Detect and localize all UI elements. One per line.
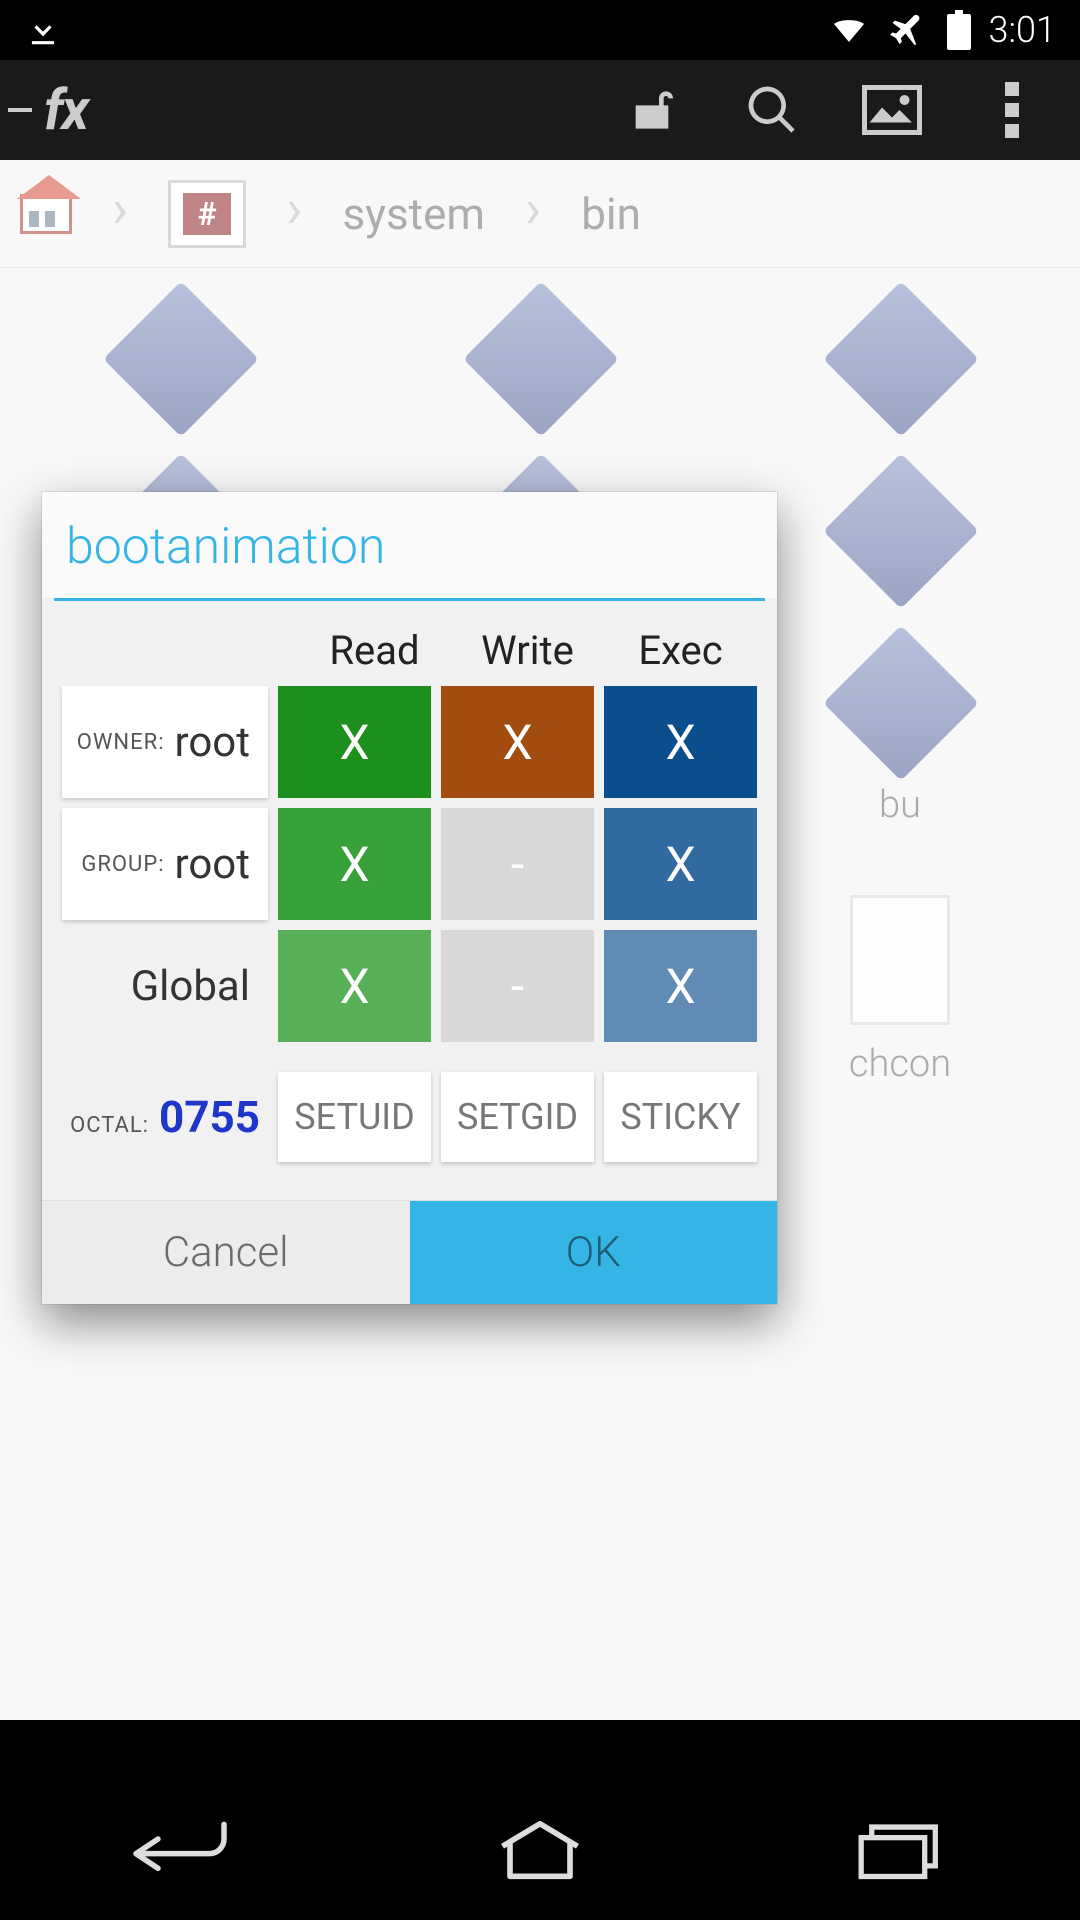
status-time: 3:01 (989, 9, 1056, 51)
home-nav-icon (490, 1820, 590, 1880)
search-icon (744, 82, 800, 138)
overflow-button[interactable] (952, 60, 1072, 160)
col-write: Write (451, 627, 604, 674)
file-browser: › # › system › bin bootanimation.bak bri… (0, 160, 1080, 1720)
sticky-button[interactable]: STICKY (604, 1072, 757, 1162)
col-exec: Exec (604, 627, 757, 674)
image-icon (862, 84, 922, 136)
global-write-toggle[interactable]: - (441, 930, 594, 1042)
ok-button[interactable]: OK (410, 1201, 778, 1304)
setgid-button[interactable]: SETGID (441, 1072, 594, 1162)
back-icon (125, 1820, 235, 1880)
action-bar: fx (0, 60, 1080, 160)
download-icon (24, 10, 62, 50)
owner-write-toggle[interactable]: X (441, 686, 594, 798)
group-write-toggle[interactable]: - (441, 808, 594, 920)
image-button[interactable] (832, 60, 952, 160)
setuid-button[interactable]: SETUID (278, 1072, 431, 1162)
group-exec-toggle[interactable]: X (604, 808, 757, 920)
status-bar: 3:01 (0, 0, 1080, 60)
app-logo[interactable]: fx (44, 77, 87, 143)
global-read-toggle[interactable]: X (278, 930, 431, 1042)
group-label[interactable]: GROUP: root (62, 808, 268, 920)
recents-icon (850, 1820, 950, 1880)
unlock-icon (624, 82, 680, 138)
group-read-toggle[interactable]: X (278, 808, 431, 920)
col-read: Read (298, 627, 451, 674)
cancel-button[interactable]: Cancel (42, 1201, 410, 1304)
permissions-dialog: bootanimation Read Write Exec OWNER: roo… (42, 492, 777, 1304)
dialog-title: bootanimation (42, 492, 777, 598)
owner-read-toggle[interactable]: X (278, 686, 431, 798)
owner-exec-toggle[interactable]: X (604, 686, 757, 798)
recents-button[interactable] (790, 1800, 1010, 1900)
overflow-icon (1000, 82, 1024, 138)
home-button[interactable] (430, 1800, 650, 1900)
owner-label[interactable]: OWNER: root (62, 686, 268, 798)
search-button[interactable] (712, 60, 832, 160)
global-exec-toggle[interactable]: X (604, 930, 757, 1042)
unlock-button[interactable] (592, 60, 712, 160)
battery-icon (947, 10, 971, 50)
nav-bar (0, 1780, 1080, 1920)
airplane-icon (889, 10, 929, 50)
drawer-edge[interactable] (8, 108, 32, 112)
back-button[interactable] (70, 1800, 290, 1900)
global-label: Global (62, 930, 268, 1042)
wifi-icon (827, 12, 871, 48)
perm-header-row: Read Write Exec (62, 627, 757, 674)
octal-field[interactable]: OCTAL: 0755 (62, 1091, 268, 1143)
